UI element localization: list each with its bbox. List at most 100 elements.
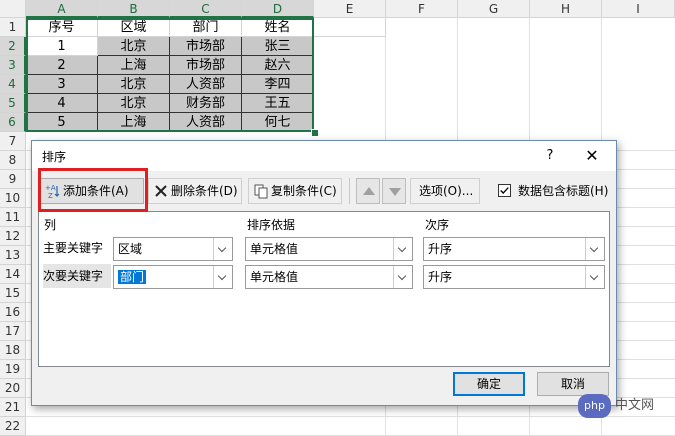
order-heading: 次序	[425, 218, 450, 232]
secondary-sortby-value: 单元格值	[250, 270, 299, 284]
secondary-order-value: 升序	[428, 270, 453, 284]
cell[interactable]: 财务部	[170, 94, 242, 113]
checkbox-box[interactable]	[498, 184, 511, 197]
column-header-e[interactable]: E	[314, 0, 386, 18]
cell[interactable]: 上海	[98, 56, 170, 75]
cell[interactable]: 4	[26, 94, 98, 113]
column-header-c[interactable]: C	[170, 0, 242, 18]
watermark-logo: php	[578, 394, 611, 418]
primary-sortby-select[interactable]: 单元格值	[245, 237, 413, 261]
row-header[interactable]: 10	[0, 189, 26, 208]
secondary-order-select[interactable]: 升序	[423, 265, 605, 289]
cell[interactable]: 人资部	[170, 113, 242, 132]
chevron-down-icon[interactable]	[213, 238, 232, 260]
options-label: 选项(O)...	[419, 184, 474, 198]
column-header-b[interactable]: B	[98, 0, 170, 18]
move-up-button[interactable]	[356, 178, 380, 204]
delete-condition-button[interactable]: 删除条件(D)	[148, 178, 242, 204]
cell[interactable]: 何七	[242, 113, 314, 132]
cell-a2[interactable]: 1	[26, 37, 98, 56]
fill-handle[interactable]	[311, 129, 319, 137]
header-cell[interactable]: 部门	[170, 18, 242, 37]
column-header-a[interactable]: A	[26, 0, 98, 18]
cell[interactable]: 5	[26, 113, 98, 132]
down-arrow-icon	[389, 188, 401, 196]
row-header[interactable]: 5	[0, 94, 26, 113]
row-header[interactable]: 2	[0, 37, 26, 56]
header-cell[interactable]: 区域	[98, 18, 170, 37]
cell[interactable]: 3	[26, 75, 98, 94]
cell[interactable]: 北京	[98, 75, 170, 94]
ok-button[interactable]: 确定	[453, 372, 525, 396]
row-header[interactable]: 20	[0, 379, 26, 398]
secondary-sortby-select[interactable]: 单元格值	[245, 265, 413, 289]
options-button[interactable]: 选项(O)...	[410, 178, 480, 204]
chevron-down-icon[interactable]	[393, 238, 412, 260]
row-header[interactable]: 15	[0, 284, 26, 303]
checkmark-icon	[500, 187, 509, 195]
column-header-f[interactable]: F	[386, 0, 458, 18]
delete-x-icon	[155, 185, 167, 197]
chevron-down-icon[interactable]	[585, 266, 604, 288]
primary-order-select[interactable]: 升序	[423, 237, 605, 261]
primary-column-value: 区域	[118, 242, 143, 256]
primary-key-label[interactable]: 主要关键字	[43, 236, 111, 260]
chevron-down-icon[interactable]	[393, 266, 412, 288]
copy-condition-button[interactable]: 复制条件(C)	[248, 178, 342, 204]
row-header[interactable]: 13	[0, 246, 26, 265]
primary-column-select[interactable]: 区域	[113, 237, 233, 261]
cell[interactable]	[314, 18, 386, 37]
help-button[interactable]: ?	[540, 146, 560, 166]
row-header[interactable]: 22	[0, 417, 26, 436]
close-button[interactable]: ✕	[580, 145, 604, 167]
cell[interactable]: 王五	[242, 94, 314, 113]
row-header[interactable]: 1	[0, 18, 26, 37]
highlight-annotation	[38, 168, 148, 212]
row-header[interactable]: 16	[0, 303, 26, 322]
primary-sortby-value: 单元格值	[250, 242, 299, 256]
row-header[interactable]: 21	[0, 398, 26, 417]
move-down-button[interactable]	[382, 178, 406, 204]
row-header[interactable]: 18	[0, 341, 26, 360]
cell[interactable]: 2	[26, 56, 98, 75]
copy-icon	[254, 184, 268, 199]
delete-condition-label: 删除条件(D)	[171, 184, 238, 198]
row-header[interactable]: 17	[0, 322, 26, 341]
select-all-corner[interactable]	[0, 0, 26, 18]
cancel-button[interactable]: 取消	[537, 372, 609, 396]
row-header[interactable]: 4	[0, 75, 26, 94]
secondary-key-label[interactable]: 次要关键字	[43, 264, 111, 288]
cell[interactable]: 市场部	[170, 37, 242, 56]
column-header-d[interactable]: D	[242, 0, 314, 18]
sort-levels-list[interactable]: 列 排序依据 次序 主要关键字 区域 单元格值 升序 次要关键字 部门 单元格值…	[38, 211, 610, 367]
cell[interactable]: 市场部	[170, 56, 242, 75]
row-header[interactable]: 9	[0, 170, 26, 189]
row-header[interactable]: 8	[0, 151, 26, 170]
watermark: php 中文网	[578, 394, 654, 418]
sort-on-heading: 排序依据	[247, 218, 296, 232]
cell[interactable]: 赵六	[242, 56, 314, 75]
chevron-down-icon[interactable]	[585, 238, 604, 260]
has-header-label: 数据包含标题(H)	[518, 184, 609, 198]
chevron-down-icon[interactable]	[213, 266, 232, 288]
cell[interactable]: 北京	[98, 37, 170, 56]
column-header-g[interactable]: G	[458, 0, 530, 18]
cell[interactable]: 张三	[242, 37, 314, 56]
row-header[interactable]: 12	[0, 227, 26, 246]
cell[interactable]: 李四	[242, 75, 314, 94]
header-cell[interactable]: 序号	[26, 18, 98, 37]
dialog-titlebar[interactable]: 排序 ? ✕	[32, 141, 616, 171]
row-header[interactable]: 14	[0, 265, 26, 284]
row-header[interactable]: 19	[0, 360, 26, 379]
row-header[interactable]: 3	[0, 56, 26, 75]
row-header[interactable]: 7	[0, 132, 26, 151]
header-cell[interactable]: 姓名	[242, 18, 314, 37]
row-header[interactable]: 11	[0, 208, 26, 227]
row-header[interactable]: 6	[0, 113, 26, 132]
column-header-h[interactable]: H	[530, 0, 602, 18]
cell[interactable]: 北京	[98, 94, 170, 113]
cell[interactable]: 上海	[98, 113, 170, 132]
column-header-i[interactable]: I	[602, 0, 675, 18]
secondary-column-select[interactable]: 部门	[113, 265, 233, 289]
cell[interactable]: 人资部	[170, 75, 242, 94]
